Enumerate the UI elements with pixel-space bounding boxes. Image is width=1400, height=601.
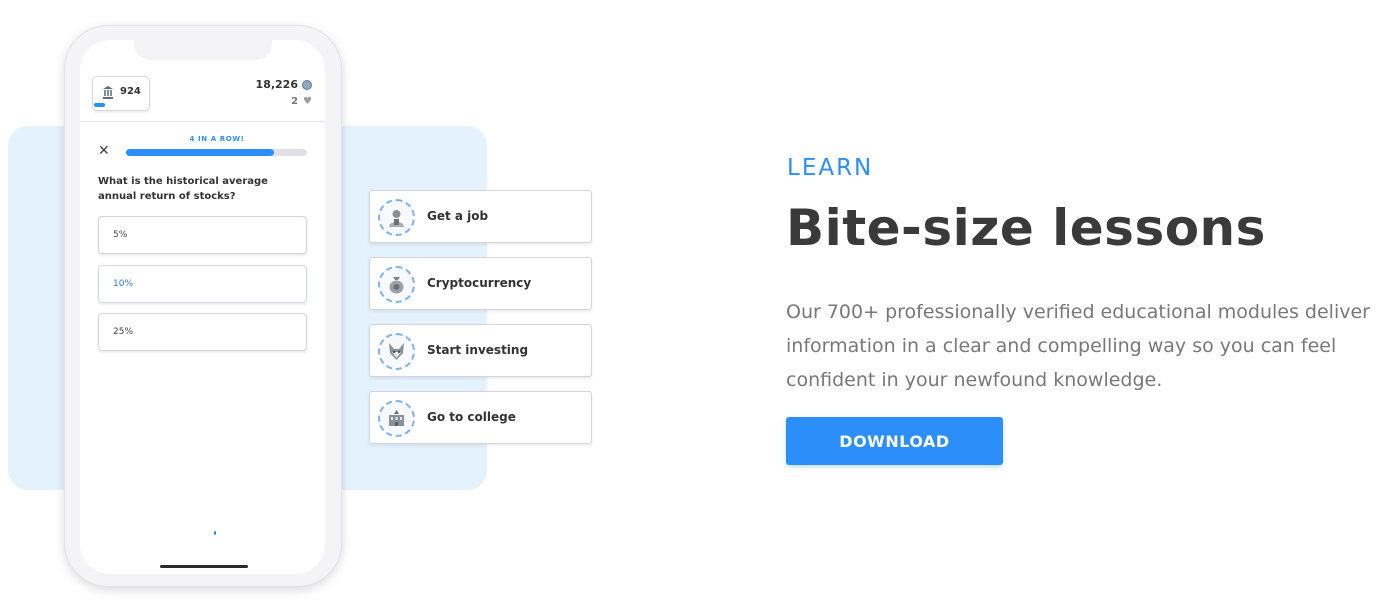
page-title: Bite-size lessons (786, 199, 1266, 257)
streak-bar (94, 103, 105, 107)
person-icon (378, 199, 415, 236)
topic-card-go-to-college[interactable]: Go to college (369, 391, 592, 444)
lesson-progress-fill (126, 149, 275, 156)
coin-icon (302, 79, 312, 90)
header-divider (80, 121, 325, 122)
topic-card-cryptocurrency[interactable]: Cryptocurrency (369, 257, 592, 310)
streak-counter[interactable]: 924 (92, 76, 150, 111)
answer-label: 10% (113, 279, 134, 289)
streak-label: 4 IN A ROW! (189, 135, 245, 143)
answer-option[interactable]: 10% (98, 265, 307, 303)
home-indicator (160, 565, 248, 568)
topic-label: Go to college (427, 410, 516, 424)
question-text: What is the historical average annual re… (98, 176, 268, 202)
topic-card-start-investing[interactable]: Start investing (369, 324, 592, 377)
topic-label: Get a job (427, 209, 489, 223)
section-description: Our 700+ professionally verified educati… (786, 301, 1370, 391)
answer-option[interactable]: 5% (98, 216, 307, 254)
lives-value: 2 (291, 96, 299, 107)
answer-label: 5% (113, 230, 128, 240)
lesson-progress (126, 149, 307, 156)
fox-icon (378, 333, 415, 370)
money-bag-icon (378, 266, 415, 303)
heart-icon: ♥ (303, 95, 312, 107)
streak-value: 924 (120, 86, 141, 97)
answer-label: 25% (113, 327, 134, 337)
download-button[interactable]: DOWNLOAD (786, 417, 1003, 465)
coin-value: 18,226 (255, 78, 298, 91)
bank-icon (103, 86, 113, 99)
answer-option[interactable]: 25% (98, 313, 307, 351)
lives-count: 2 ♥ (291, 96, 312, 107)
topic-label: Cryptocurrency (427, 276, 532, 290)
topic-card-get-a-job[interactable]: Get a job (369, 190, 592, 243)
section-eyebrow: LEARN (787, 155, 874, 181)
coin-balance: 18,226 (256, 78, 312, 91)
phone-notch (134, 40, 272, 60)
scroll-indicator (214, 531, 216, 535)
college-building-icon (378, 400, 415, 437)
phone-screen: 924 18,226 2 ♥ 4 IN A ROW! ✕ What is the… (80, 40, 325, 574)
topic-label: Start investing (427, 343, 529, 357)
close-icon[interactable]: ✕ (98, 144, 110, 158)
